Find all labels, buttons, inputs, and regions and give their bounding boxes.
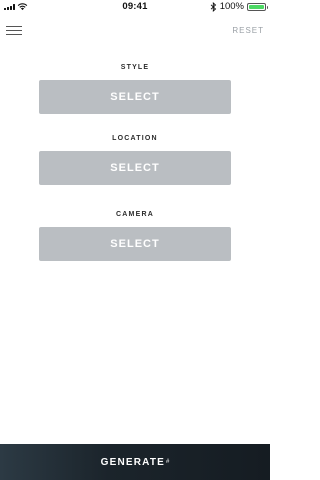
style-label: STYLE bbox=[120, 64, 150, 71]
menu-button[interactable] bbox=[6, 26, 22, 38]
status-bar: 09:41 100% bbox=[0, 0, 270, 14]
hamburger-icon-line bbox=[6, 34, 22, 35]
camera-select-button[interactable]: SELECT bbox=[39, 227, 231, 261]
bluetooth-icon bbox=[210, 1, 216, 12]
location-select-button[interactable]: SELECT bbox=[39, 151, 231, 185]
generate-button[interactable]: GENERATE # bbox=[0, 444, 270, 480]
reset-button[interactable]: RESET bbox=[232, 26, 264, 35]
battery-icon bbox=[247, 2, 268, 11]
battery-fill bbox=[249, 4, 264, 9]
style-select-button[interactable]: SELECT bbox=[39, 80, 231, 114]
status-right: 100% bbox=[210, 1, 268, 12]
location-label: LOCATION bbox=[112, 135, 158, 142]
generate-label: GENERATE bbox=[100, 456, 166, 468]
camera-label: CAMERA bbox=[116, 211, 154, 218]
hamburger-icon-line bbox=[6, 30, 22, 31]
generate-mark: # bbox=[166, 459, 170, 465]
battery-percent: 100% bbox=[219, 1, 244, 12]
hamburger-icon-line bbox=[6, 26, 22, 27]
